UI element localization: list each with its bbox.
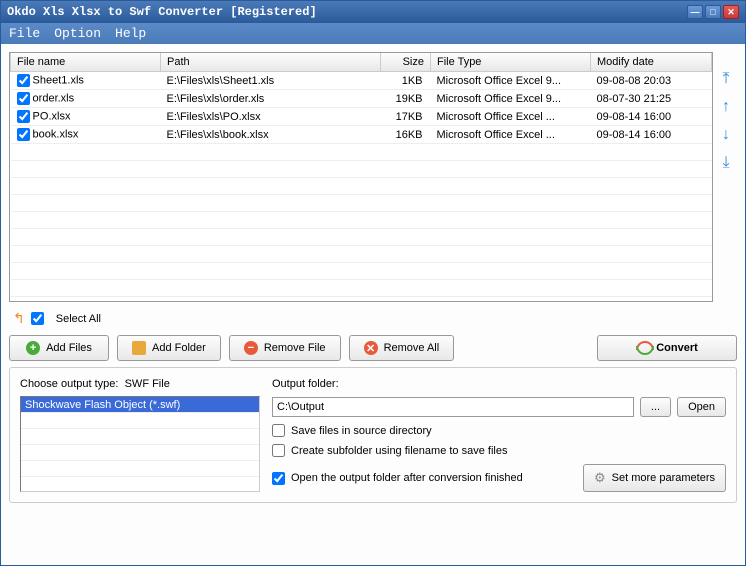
row-date: 08-07-30 21:25 (591, 90, 712, 108)
row-size: 17KB (381, 108, 431, 126)
row-path: E:\Files\xls\order.xls (161, 90, 381, 108)
col-size[interactable]: Size (381, 53, 431, 72)
plus-icon: + (26, 341, 40, 355)
convert-icon (636, 341, 650, 355)
output-type-list[interactable]: Shockwave Flash Object (*.swf) (20, 396, 260, 492)
gear-icon: ⚙ (594, 470, 606, 486)
x-icon: ✕ (364, 341, 378, 355)
save-source-checkbox[interactable] (272, 424, 285, 437)
row-path: E:\Files\xls\PO.xlsx (161, 108, 381, 126)
open-folder-button[interactable]: Open (677, 397, 726, 417)
menu-file[interactable]: File (9, 26, 40, 41)
add-files-button[interactable]: + Add Files (9, 335, 109, 361)
menubar: File Option Help (1, 23, 745, 44)
convert-button[interactable]: Convert (597, 335, 737, 361)
col-filename[interactable]: File name (11, 53, 161, 72)
row-checkbox[interactable] (17, 110, 30, 123)
row-size: 1KB (381, 72, 431, 90)
move-down-icon[interactable]: ↓ (717, 126, 735, 144)
row-size: 19KB (381, 90, 431, 108)
row-checkbox[interactable] (17, 92, 30, 105)
minus-icon: − (244, 341, 258, 355)
col-path[interactable]: Path (161, 53, 381, 72)
folder-icon (132, 341, 146, 355)
row-type: Microsoft Office Excel 9... (431, 72, 591, 90)
open-after-checkbox[interactable] (272, 472, 285, 485)
col-filetype[interactable]: File Type (431, 53, 591, 72)
type-option-swf[interactable]: Shockwave Flash Object (*.swf) (21, 397, 259, 413)
row-date: 09-08-14 16:00 (591, 108, 712, 126)
up-folder-icon[interactable]: ↰ (13, 310, 25, 327)
move-top-icon[interactable]: ⤒ (717, 70, 735, 88)
maximize-button[interactable]: □ (705, 5, 721, 19)
browse-button[interactable]: ... (640, 397, 671, 417)
row-checkbox[interactable] (17, 74, 30, 87)
move-up-icon[interactable]: ↑ (717, 98, 735, 116)
menu-option[interactable]: Option (54, 26, 101, 41)
row-type: Microsoft Office Excel ... (431, 126, 591, 144)
row-type: Microsoft Office Excel 9... (431, 90, 591, 108)
remove-all-button[interactable]: ✕ Remove All (349, 335, 455, 361)
minimize-button[interactable]: — (687, 5, 703, 19)
titlebar: Okdo Xls Xlsx to Swf Converter [Register… (1, 1, 745, 23)
window-title: Okdo Xls Xlsx to Swf Converter [Register… (7, 5, 687, 19)
output-type-value: SWF File (125, 378, 170, 390)
output-folder-label: Output folder: (272, 378, 726, 390)
output-folder-input[interactable] (272, 397, 634, 417)
output-type-label: Choose output type: (20, 378, 118, 390)
row-checkbox[interactable] (17, 128, 30, 141)
table-row[interactable]: order.xlsE:\Files\xls\order.xls19KBMicro… (11, 90, 712, 108)
set-parameters-button[interactable]: ⚙ Set more parameters (583, 464, 726, 492)
select-all-checkbox[interactable] (31, 312, 44, 325)
menu-help[interactable]: Help (115, 26, 146, 41)
col-modify[interactable]: Modify date (591, 53, 712, 72)
table-row[interactable]: PO.xlsxE:\Files\xls\PO.xlsx17KBMicrosoft… (11, 108, 712, 126)
row-type: Microsoft Office Excel ... (431, 108, 591, 126)
row-date: 09-08-08 20:03 (591, 72, 712, 90)
remove-file-button[interactable]: − Remove File (229, 335, 341, 361)
create-subfolder-checkbox[interactable] (272, 444, 285, 457)
create-subfolder-label: Create subfolder using filename to save … (291, 445, 507, 457)
close-button[interactable]: ✕ (723, 5, 739, 19)
row-size: 16KB (381, 126, 431, 144)
move-bottom-icon[interactable]: ⤓ (717, 154, 735, 172)
add-folder-button[interactable]: Add Folder (117, 335, 221, 361)
table-row[interactable]: book.xlsxE:\Files\xls\book.xlsx16KBMicro… (11, 126, 712, 144)
table-row[interactable]: Sheet1.xlsE:\Files\xls\Sheet1.xls1KBMicr… (11, 72, 712, 90)
row-path: E:\Files\xls\book.xlsx (161, 126, 381, 144)
save-source-label: Save files in source directory (291, 425, 432, 437)
row-date: 09-08-14 16:00 (591, 126, 712, 144)
row-path: E:\Files\xls\Sheet1.xls (161, 72, 381, 90)
select-all-label: Select All (56, 313, 101, 325)
file-list-table[interactable]: File name Path Size File Type Modify dat… (9, 52, 713, 302)
open-after-label: Open the output folder after conversion … (291, 472, 523, 484)
